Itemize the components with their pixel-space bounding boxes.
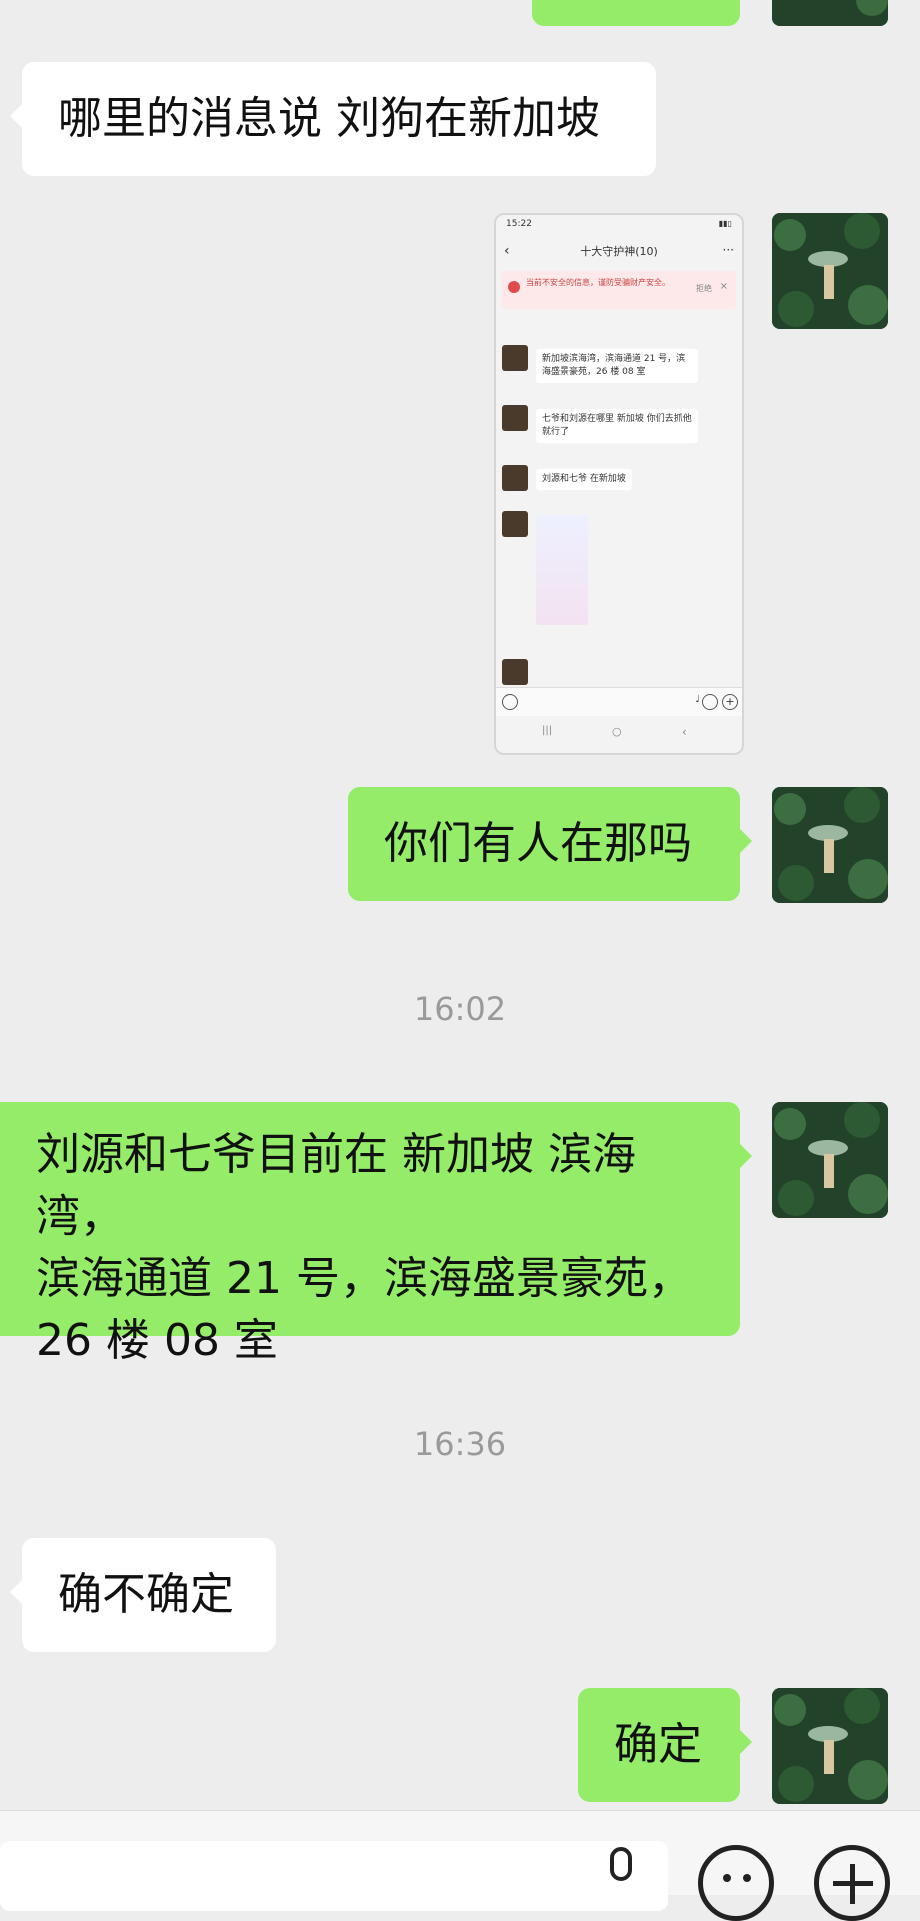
microphone-icon[interactable] bbox=[610, 1847, 632, 1881]
message-image-screenshot[interactable]: 15:22 ▮▮▯ ‹ 十大守护神(10) ··· 当前不安全的信息，谨防受骗财… bbox=[494, 213, 744, 755]
mini-emoji-icon bbox=[702, 694, 718, 710]
mini-message: 刘源和七爷 在新加坡 bbox=[536, 469, 632, 490]
message-bubble-outgoing[interactable]: 确定 bbox=[578, 1688, 752, 1802]
mini-warning-icon bbox=[508, 281, 520, 293]
timestamp: 16:02 bbox=[413, 990, 507, 1028]
partial-message-bubble bbox=[532, 0, 740, 26]
user-avatar[interactable] bbox=[772, 213, 888, 329]
message-bubble-incoming[interactable]: 哪里的消息说 刘狗在新加坡 bbox=[10, 62, 656, 176]
mini-message: 新加坡滨海湾，滨海通道 21 号，滨海盛景豪苑，26 楼 08 室 bbox=[536, 349, 698, 383]
mini-home-icon: ○ bbox=[612, 725, 622, 738]
mini-warning-text: 当前不安全的信息，谨防受骗财产安全。 bbox=[526, 278, 670, 287]
mini-plus-icon: + bbox=[722, 694, 738, 710]
mini-more-icon: ··· bbox=[722, 243, 734, 257]
mini-recent-icon: ||| bbox=[542, 725, 553, 736]
mini-image-preview bbox=[536, 515, 588, 625]
mini-close-icon: × bbox=[719, 281, 728, 292]
message-text: 确不确定 bbox=[58, 1569, 234, 1620]
mini-avatar bbox=[502, 405, 528, 431]
mini-message: 七爷和刘源在哪里 新加坡 你们去抓他就行了 bbox=[536, 409, 698, 443]
mini-battery-icon: ▮▮▯ bbox=[718, 219, 732, 228]
user-avatar-partial[interactable] bbox=[772, 0, 888, 26]
message-line: 26 楼 08 室 bbox=[36, 1315, 278, 1366]
mini-avatar bbox=[502, 511, 528, 537]
mini-avatar bbox=[502, 465, 528, 491]
message-text: 哪里的消息说 刘狗在新加坡 bbox=[58, 93, 600, 144]
mini-chat-title: 十大守护神(10) bbox=[580, 245, 658, 258]
message-bubble-outgoing[interactable]: 刘源和七爷目前在 新加坡 滨海湾， 滨海通道 21 号，滨海盛景豪苑， 26 楼… bbox=[0, 1102, 752, 1366]
timestamp: 16:36 bbox=[413, 1425, 507, 1463]
mini-nav-back-icon: ‹ bbox=[682, 725, 687, 739]
mini-warning-action: 拒绝 bbox=[696, 284, 712, 293]
user-avatar[interactable] bbox=[772, 1102, 888, 1218]
message-line: 滨海通道 21 号，滨海盛景豪苑， bbox=[36, 1253, 692, 1304]
mini-status-time: 15:22 bbox=[506, 219, 532, 229]
message-input[interactable] bbox=[0, 1841, 668, 1911]
mini-voice-icon bbox=[502, 694, 518, 710]
message-text: 你们有人在那吗 bbox=[384, 818, 692, 869]
plus-icon[interactable] bbox=[814, 1845, 890, 1921]
message-text: 确定 bbox=[614, 1719, 702, 1770]
chat-input-bar bbox=[0, 1810, 920, 1921]
user-avatar[interactable] bbox=[772, 1688, 888, 1804]
message-line: 刘源和七爷目前在 新加坡 滨海湾， bbox=[36, 1129, 636, 1242]
mini-avatar bbox=[502, 659, 528, 685]
user-avatar[interactable] bbox=[772, 787, 888, 903]
mini-avatar bbox=[502, 345, 528, 371]
mini-mic-icon: ♩ bbox=[695, 694, 700, 705]
emoji-icon[interactable] bbox=[698, 1845, 774, 1921]
message-bubble-outgoing[interactable]: 你们有人在那吗 bbox=[348, 787, 752, 901]
message-bubble-incoming[interactable]: 确不确定 bbox=[10, 1538, 276, 1652]
